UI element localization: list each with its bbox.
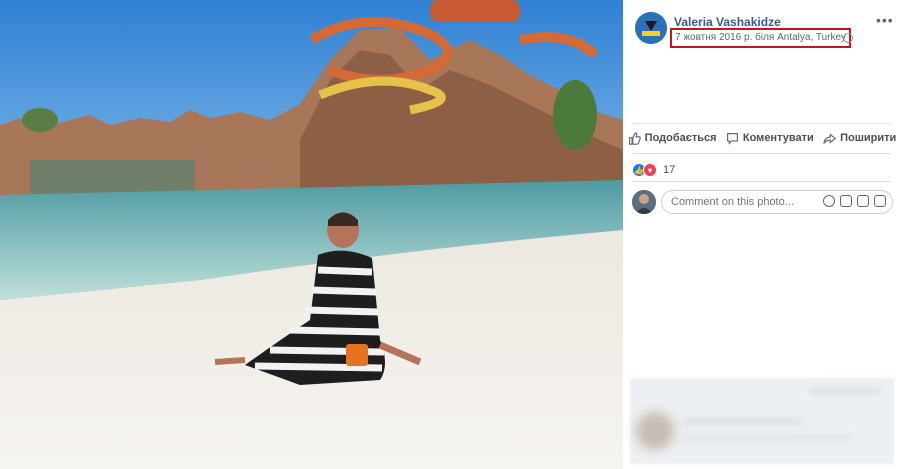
avatar-logo-icon	[635, 12, 667, 44]
like-label: Подобається	[644, 132, 717, 144]
divider	[633, 123, 891, 124]
comment-button[interactable]: Коментувати	[726, 132, 814, 145]
blurred-text-line	[682, 418, 802, 426]
love-reaction-icon: ♥	[643, 163, 657, 177]
divider	[633, 153, 891, 154]
reaction-count: 17	[663, 164, 676, 176]
like-button[interactable]: Подобається	[628, 131, 717, 145]
sticker-icon[interactable]	[874, 195, 886, 207]
emoji-icon[interactable]	[823, 195, 835, 207]
gif-icon[interactable]	[857, 195, 869, 207]
post-actions: Подобається Коментувати Поширити	[623, 128, 901, 148]
camera-icon[interactable]	[840, 195, 852, 207]
post-date-location[interactable]: 7 жовтня 2016 р. біля Antalya, Turkey	[670, 28, 852, 48]
blurred-image	[636, 412, 674, 450]
divider	[633, 181, 891, 182]
user-avatar-icon	[632, 190, 656, 214]
comment-input[interactable]	[671, 195, 811, 209]
photo-illustration	[0, 0, 623, 469]
author-avatar[interactable]	[635, 12, 667, 44]
post-photo[interactable]	[0, 0, 623, 469]
author-name[interactable]: Valeria Vashakidze	[674, 15, 781, 29]
reactions-summary[interactable]: 👍 ♥ 17	[633, 163, 675, 177]
blurred-text-line	[810, 388, 880, 394]
share-arrow-icon	[823, 132, 837, 144]
globe-icon	[843, 33, 853, 43]
comment-tools	[823, 195, 886, 207]
blurred-sidebar-ad	[630, 378, 894, 464]
blurred-text-line	[682, 434, 852, 442]
comment-label: Коментувати	[742, 132, 814, 144]
post-details-panel: Valeria Vashakidze 7 жовтня 2016 р. біля…	[623, 0, 901, 469]
share-button[interactable]: Поширити	[823, 132, 896, 145]
comment-box	[661, 190, 893, 214]
more-options-button[interactable]: •••	[876, 12, 894, 28]
thumb-up-icon	[628, 131, 641, 145]
share-label: Поширити	[840, 132, 897, 144]
comment-bubble-icon	[726, 132, 738, 145]
commenter-avatar[interactable]	[632, 190, 656, 214]
